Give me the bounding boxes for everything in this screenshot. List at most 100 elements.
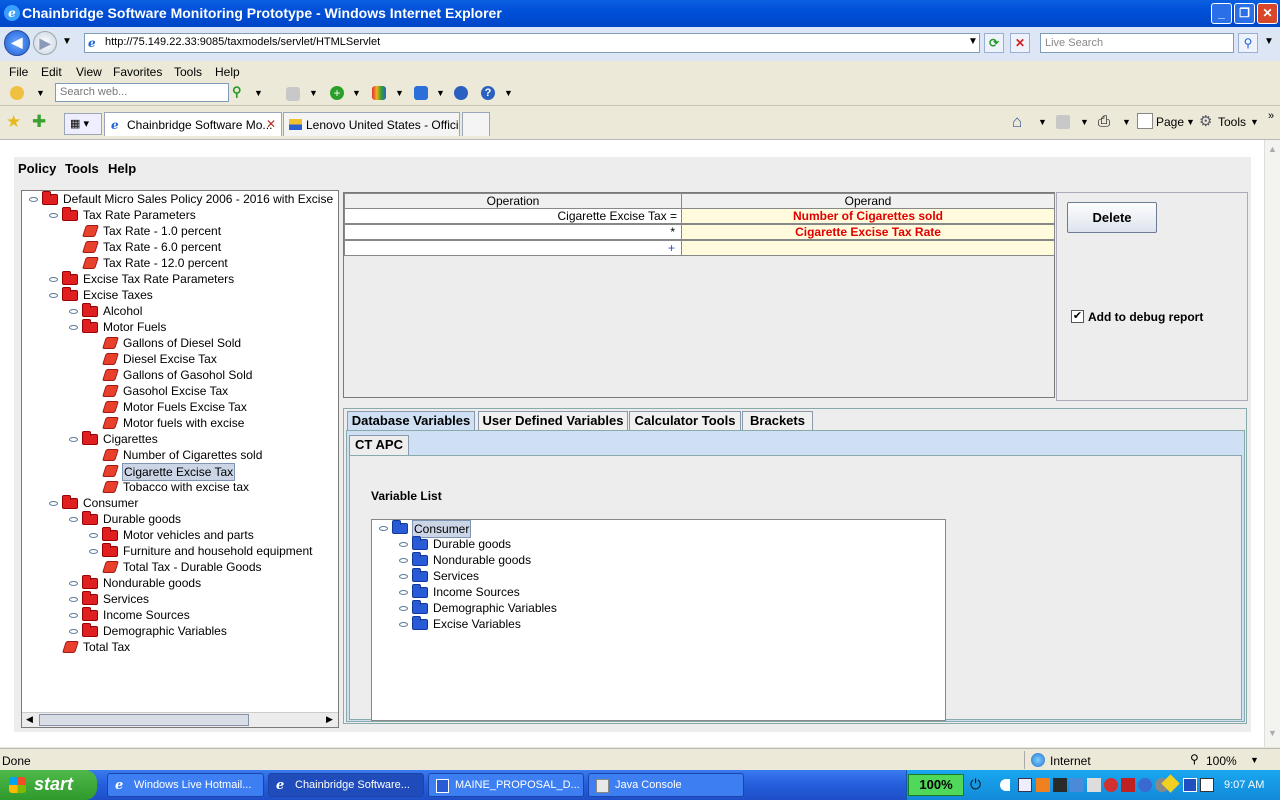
start-button[interactable]: start xyxy=(0,770,97,800)
tray-icon[interactable] xyxy=(1138,778,1152,792)
menu-file[interactable]: File xyxy=(9,65,28,79)
scroll-right-icon[interactable]: ▶ xyxy=(326,714,333,725)
zoom-level[interactable]: 100% xyxy=(1206,754,1237,768)
tray-icon[interactable] xyxy=(1121,778,1135,792)
toolbar-refresh-icon[interactable] xyxy=(454,86,468,100)
new-tab-button[interactable] xyxy=(462,112,490,136)
expanded-handle-icon[interactable] xyxy=(69,517,78,522)
address-input[interactable]: http://75.149.22.33:9085/taxmodels/servl… xyxy=(84,33,980,53)
toolbar-page-icon[interactable] xyxy=(286,87,300,101)
minimize-button[interactable]: _ xyxy=(1211,3,1232,24)
taskbar-item-hotmail[interactable]: e Windows Live Hotmail... xyxy=(107,773,264,797)
zoom-icon[interactable]: ⚲ xyxy=(1190,752,1199,766)
collapsed-handle-icon[interactable] xyxy=(89,549,98,554)
home-dropdown-icon[interactable]: ▼ xyxy=(1038,117,1047,127)
toolbar-logo-dropdown-icon[interactable]: ▼ xyxy=(36,88,45,98)
spaces-icon[interactable] xyxy=(414,86,428,100)
tools-dropdown-icon[interactable]: ▼ xyxy=(1250,117,1259,127)
menu-view[interactable]: View xyxy=(76,65,102,79)
favorites-star-icon[interactable]: ★ xyxy=(6,112,21,132)
toolbar-logo-icon[interactable] xyxy=(10,86,24,100)
tray-icon[interactable] xyxy=(1200,778,1214,792)
live-search-input[interactable]: Live Search xyxy=(1040,33,1234,53)
quick-tabs-icon[interactable]: ▦ ▾ xyxy=(64,113,102,135)
scroll-down-icon[interactable]: ▼ xyxy=(1268,728,1277,738)
tab-brackets[interactable]: Brackets xyxy=(742,411,813,431)
collapsed-handle-icon[interactable] xyxy=(399,542,408,547)
spaces-dropdown-icon[interactable]: ▼ xyxy=(436,88,445,98)
web-search-dropdown-icon[interactable]: ▼ xyxy=(254,88,263,98)
menu-edit[interactable]: Edit xyxy=(41,65,62,79)
search-icon[interactable]: ⚲ xyxy=(1238,33,1258,53)
tray-icon[interactable] xyxy=(1018,778,1032,792)
expanded-handle-icon[interactable] xyxy=(29,197,38,202)
taskbar-item-maine-proposal[interactable]: MAINE_PROPOSAL_D... xyxy=(428,773,584,797)
collapsed-handle-icon[interactable] xyxy=(399,622,408,627)
menu-favorites[interactable]: Favorites xyxy=(113,65,162,79)
add-icon[interactable]: + xyxy=(330,86,344,100)
battery-meter[interactable]: 100% xyxy=(908,774,964,796)
operand-cell[interactable] xyxy=(681,240,1055,256)
address-dropdown-icon[interactable]: ▼ xyxy=(963,33,983,53)
scroll-up-icon[interactable]: ▲ xyxy=(1268,144,1277,154)
tab-chainbridge[interactable]: e Chainbridge Software Mo... ✕ xyxy=(104,112,282,136)
stop-icon[interactable]: ✕ xyxy=(1010,33,1030,53)
toolbar-help-icon[interactable]: ? xyxy=(481,86,495,100)
collapsed-handle-icon[interactable] xyxy=(49,277,58,282)
search-options-dropdown-icon[interactable]: ▼ xyxy=(1264,36,1274,47)
back-button[interactable]: ◀ xyxy=(4,30,30,56)
expanded-handle-icon[interactable] xyxy=(49,293,58,298)
maximize-button[interactable]: ❐ xyxy=(1234,3,1255,24)
taskbar-item-chainbridge[interactable]: e Chainbridge Software... xyxy=(268,773,424,797)
page-dropdown-icon[interactable]: ▼ xyxy=(1186,117,1195,127)
expanded-handle-icon[interactable] xyxy=(69,437,78,442)
collapsed-handle-icon[interactable] xyxy=(89,533,98,538)
menu-tools[interactable]: Tools xyxy=(174,65,202,79)
collapsed-handle-icon[interactable] xyxy=(399,558,408,563)
tray-icon[interactable] xyxy=(1036,778,1050,792)
menu-help[interactable]: Help xyxy=(215,65,240,79)
add-favorites-icon[interactable]: ✚ xyxy=(32,112,46,132)
web-search-go-icon[interactable]: ⚲ xyxy=(232,84,250,102)
messenger-icon[interactable] xyxy=(372,86,386,100)
tab-ct-apc[interactable]: CT APC xyxy=(349,435,409,455)
refresh-icon[interactable]: ⟳ xyxy=(984,33,1004,53)
tray-collapse-icon[interactable] xyxy=(1000,779,1010,791)
toolbar-help-dropdown-icon[interactable]: ▼ xyxy=(504,88,513,98)
collapsed-handle-icon[interactable] xyxy=(69,309,78,314)
network-icon[interactable] xyxy=(1053,778,1067,792)
operation-cell[interactable]: * xyxy=(344,224,682,240)
tray-icon[interactable] xyxy=(1070,778,1084,792)
taskbar-item-java-console[interactable]: Java Console xyxy=(588,773,744,797)
clock[interactable]: 9:07 AM xyxy=(1224,779,1264,791)
collapsed-handle-icon[interactable] xyxy=(399,606,408,611)
applet-menu-tools[interactable]: Tools xyxy=(65,161,99,176)
chevron-right-icon[interactable]: » xyxy=(1268,110,1274,122)
applet-menu-policy[interactable]: Policy xyxy=(18,161,56,176)
print-dropdown-icon[interactable]: ▼ xyxy=(1122,117,1131,127)
messenger-dropdown-icon[interactable]: ▼ xyxy=(395,88,404,98)
tree-horizontal-scrollbar[interactable]: ◀ ▶ xyxy=(22,712,338,727)
web-search-input[interactable]: Search web... xyxy=(55,83,229,102)
security-icon[interactable] xyxy=(1104,778,1118,792)
close-tab-icon[interactable]: ✕ xyxy=(266,117,276,131)
operation-cell[interactable]: + xyxy=(344,240,682,256)
expanded-handle-icon[interactable] xyxy=(49,501,58,506)
collapsed-handle-icon[interactable] xyxy=(69,629,78,634)
tab-user-defined-variables[interactable]: User Defined Variables xyxy=(478,411,628,431)
toolbar-page-dropdown-icon[interactable]: ▼ xyxy=(309,88,318,98)
feeds-dropdown-icon[interactable]: ▼ xyxy=(1080,117,1089,127)
recent-pages-dropdown-icon[interactable]: ▼ xyxy=(62,36,72,47)
operand-cell[interactable]: Number of Cigarettes sold xyxy=(681,208,1055,224)
expanded-handle-icon[interactable] xyxy=(69,325,78,330)
print-icon[interactable]: ⎙ xyxy=(1098,113,1110,130)
forward-button[interactable]: ▶ xyxy=(33,31,57,55)
zoom-dropdown-icon[interactable]: ▼ xyxy=(1250,755,1259,765)
tab-database-variables[interactable]: Database Variables xyxy=(347,411,475,431)
expanded-handle-icon[interactable] xyxy=(49,213,58,218)
tab-calculator-tools[interactable]: Calculator Tools xyxy=(629,411,741,431)
operation-cell[interactable]: Cigarette Excise Tax = xyxy=(344,208,682,224)
home-icon[interactable]: ⌂ xyxy=(1012,112,1022,132)
expanded-handle-icon[interactable] xyxy=(379,526,388,531)
operand-cell[interactable]: Cigarette Excise Tax Rate xyxy=(681,224,1055,240)
